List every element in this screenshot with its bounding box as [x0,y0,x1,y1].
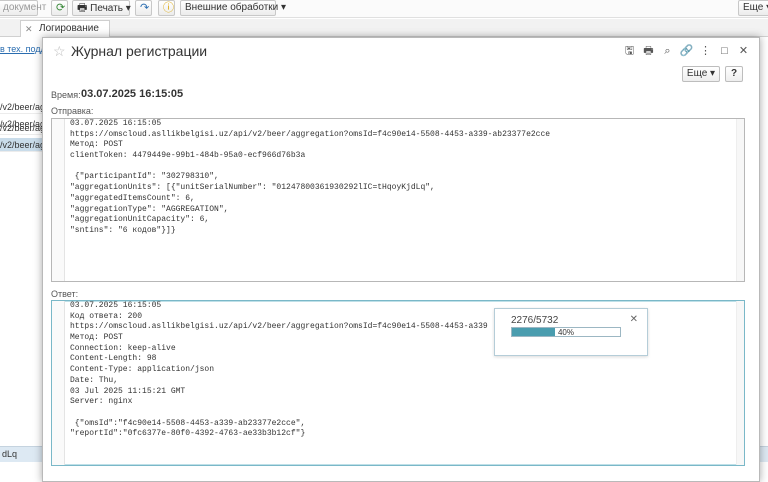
dialog-more-label: Еще [686,68,708,79]
text-line: "aggregatedItemsCount": 6, [70,193,195,203]
info-icon: ⓘ [163,2,174,14]
refresh-button[interactable]: ⟳ [51,0,68,16]
time-label: Время: [51,90,81,100]
scrollbar[interactable] [736,119,744,281]
response-label: Ответ: [51,289,79,299]
close-icon[interactable]: ✕ [630,314,638,325]
progress-bar: 40% [511,327,621,337]
main-toolbar: документ ⟳ 🖶 Печать ▾ ↷ ⓘ Внешние обрабо… [0,0,768,18]
go-button[interactable]: ↷ [135,0,152,16]
text-line: "aggregationType": "AGGREGATION", [70,204,229,214]
dialog-titlebar: ☆ Журнал регистрации 🖫 🖶 ⌕ 🔗 ⋮ □ ✕ [43,38,759,64]
text-line: 03.07.2025 16:15:05 [70,301,162,310]
more-label: Еще [743,2,764,13]
tab-bar: ✕ Логирование [0,19,768,37]
help-button[interactable]: ? [725,66,743,82]
print-icon[interactable]: 🖶 [641,44,656,58]
sent-textarea[interactable]: 03.07.2025 16:15:05 https://omscloud.asll… [51,118,745,282]
arrow-icon: ↷ [140,2,150,14]
scrollbar[interactable] [736,301,744,465]
text-line: Date: Thu, [70,375,119,385]
refresh-icon: ⟳ [56,2,66,14]
log-dialog: ☆ Журнал регистрации 🖫 🖶 ⌕ 🔗 ⋮ □ ✕ Еще ▾… [42,37,760,482]
text-line: Server: nginx [70,397,133,407]
text-gutter [52,119,65,281]
tab-label: Логирование [39,23,99,34]
sent-label: Отправка: [51,106,94,116]
text-line: {"omsId":"f4c90e14-5508-4453-a339-ab2337… [70,418,306,428]
text-line: "aggregationUnitCapacity": 6, [70,215,210,225]
print-label: Печать [90,3,123,14]
text-line: {"participantId": "302798310", [70,172,219,182]
text-line: Метод: POST [70,333,123,343]
printer-icon: 🖶 [77,2,88,14]
background-list: в тех. подд /v2/beer/agg /v2/beer/agg /v… [0,37,46,482]
text-line: "aggregationUnits": [{"unitSerialNumber"… [70,183,435,193]
tab-logging[interactable]: ✕ Логирование [20,20,110,37]
info-button[interactable]: ⓘ [158,0,175,16]
more-vertical-icon[interactable]: ⋮ [698,44,713,58]
progress-percent: 40% [557,328,574,337]
close-icon[interactable]: ✕ [736,44,751,58]
text-line: Connection: keep-alive [70,343,176,353]
maximize-icon[interactable]: □ [717,44,732,58]
text-line: 03 Jul 2025 11:15:21 GMT [70,386,186,396]
save-icon[interactable]: 🖫 [622,44,637,58]
external-processing-label: Внешние обработки [185,2,279,13]
support-link[interactable]: в тех. подд [0,44,46,54]
text-line: Content-Length: 98 [70,354,157,364]
link-icon[interactable]: 🔗 [679,44,694,58]
tab-close-icon[interactable]: ✕ [25,21,33,37]
external-processing-button[interactable]: Внешние обработки ▾ [180,0,286,16]
star-icon[interactable]: ☆ [53,43,66,60]
time-value: 03.07.2025 16:15:05 [81,88,184,100]
text-line: Метод: POST [70,140,123,150]
progress-popup: 2276/5732 ✕ 40% [494,308,648,356]
dialog-title: Журнал регистрации [71,43,208,59]
text-line: https://omscloud.asllikbelgisi.uz/api/v2… [70,129,551,139]
text-line: Content-Type: application/json [70,365,215,375]
text-line: clientToken: 4479449e-99b1-484b-95a0-ecf… [70,151,306,161]
list-item[interactable]: /v2/beer/agg [0,100,46,114]
text-line [70,408,488,419]
more-button[interactable]: Еще ▾ [738,0,768,16]
text-line: https://omscloud.asllikbelgisi.uz/api/v2… [70,322,488,332]
sent-text: 03.07.2025 16:15:05 https://omscloud.asll… [70,119,550,237]
list-item-selected[interactable]: /v2/beer/agg [0,138,46,152]
dialog-more-button[interactable]: Еще ▾ [682,66,720,82]
text-line [70,162,550,173]
text-line: "reportId":"0fc6377e-80f0-4392-4763-ae33… [70,429,306,439]
text-gutter [52,301,65,465]
list-item[interactable]: /v2/beer/agg [0,121,46,135]
search-icon[interactable]: ⌕ [660,44,675,58]
response-text: 03.07.2025 16:15:05 Код ответа: 200 https:… [70,301,488,440]
print-button[interactable]: 🖶 Печать ▾ [72,0,131,16]
text-line: 03.07.2025 16:15:05 [70,119,162,128]
progress-count: 2276/5732 [511,315,559,326]
text-line: Код ответа: 200 [70,311,143,321]
text-line: "sntins": "6 кодов"}]} [70,225,176,235]
document-button[interactable]: документ [0,0,46,16]
